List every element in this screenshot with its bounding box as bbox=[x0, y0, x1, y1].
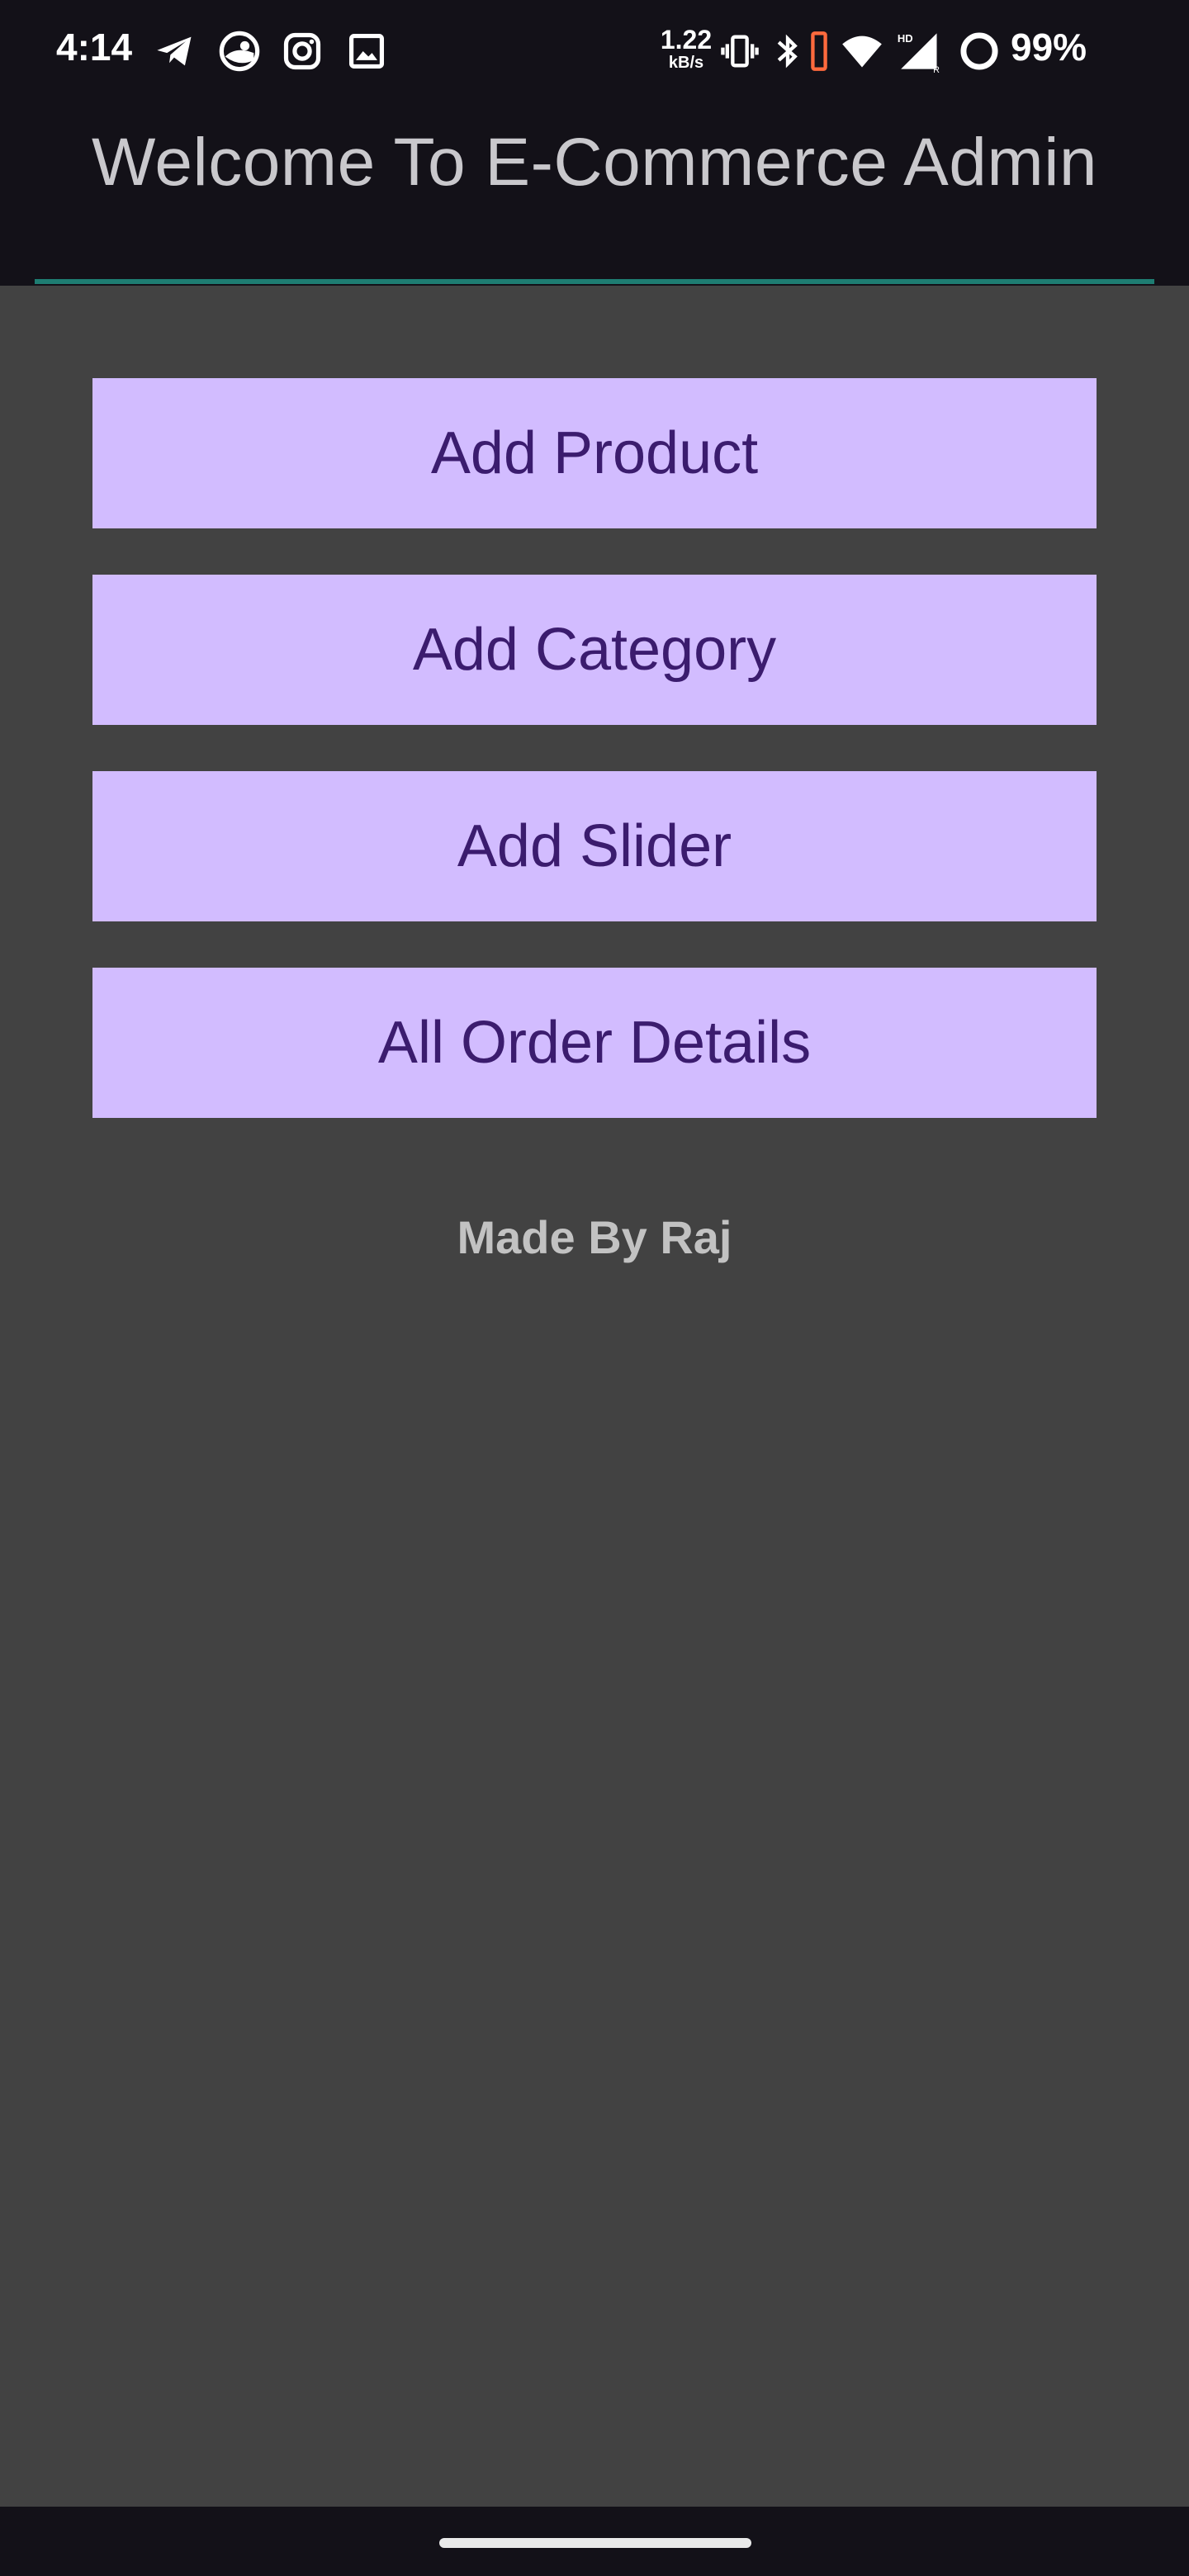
bluetooth-icon bbox=[771, 30, 804, 73]
app-header: 4:14 1.22 kB/s HD R 99% Welcome To E-Com… bbox=[0, 0, 1189, 286]
battery-percent: 99% bbox=[1011, 26, 1087, 69]
gesture-handle[interactable] bbox=[439, 2538, 751, 2548]
battery-ring-icon bbox=[958, 30, 1001, 73]
network-speed-unit: kB/s bbox=[668, 54, 704, 72]
status-bar: 4:14 1.22 kB/s HD R 99% bbox=[0, 0, 1189, 106]
network-speed-value: 1.22 bbox=[660, 25, 713, 54]
svg-text:HD: HD bbox=[898, 32, 913, 45]
signal-hd-icon: HD R bbox=[897, 30, 945, 73]
footer-credit: Made By Raj bbox=[457, 1211, 732, 1263]
vibrate-icon bbox=[718, 30, 761, 73]
title-divider bbox=[35, 279, 1154, 284]
telegram-icon bbox=[154, 30, 197, 73]
steam-icon bbox=[218, 30, 261, 73]
instagram-icon bbox=[281, 30, 324, 73]
network-speed: 1.22 kB/s bbox=[657, 26, 715, 71]
add-slider-button[interactable]: Add Slider bbox=[92, 771, 1097, 921]
page-title: Welcome To E-Commerce Admin bbox=[91, 125, 1098, 200]
battery-saver-indicator bbox=[809, 30, 829, 73]
add-product-button[interactable]: Add Product bbox=[92, 378, 1097, 528]
gallery-icon bbox=[345, 30, 388, 73]
navigation-bar bbox=[0, 2507, 1189, 2576]
add-category-button[interactable]: Add Category bbox=[92, 575, 1097, 725]
wifi-icon bbox=[841, 30, 883, 73]
status-time: 4:14 bbox=[56, 26, 133, 69]
svg-text:R: R bbox=[933, 65, 940, 73]
all-order-details-button[interactable]: All Order Details bbox=[92, 968, 1097, 1118]
